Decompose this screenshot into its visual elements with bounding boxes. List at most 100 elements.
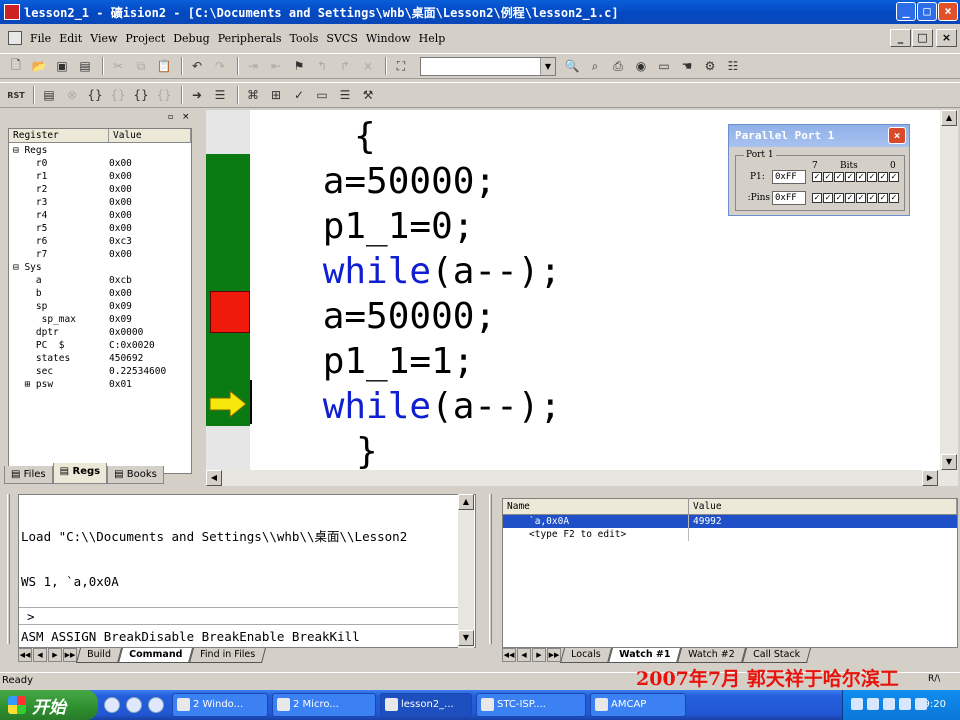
register-value[interactable] [109,261,191,274]
run-icon[interactable]: ▤ [39,85,59,105]
command-input[interactable]: > [19,607,459,625]
output-tab-nav-button[interactable]: ▶ [48,648,62,662]
tab-call-stack[interactable]: Call Stack [741,648,811,663]
register-value[interactable]: 0x00 [109,196,191,209]
indent-icon[interactable]: ⇥ [243,56,263,76]
code-line[interactable]: p1_1=0; [256,204,475,249]
scroll-left-button[interactable]: ◀ [206,470,222,486]
tab-files[interactable]: ▤ Files [4,466,53,484]
save-icon[interactable]: ▣ [52,56,72,76]
parallel-port-window[interactable]: Parallel Port 1 × Port 1 7 Bits 0 P1: 0x… [728,124,910,216]
menu-window[interactable]: Window [362,32,415,45]
taskbar-button[interactable]: lesson2_... [380,693,472,717]
maximize-button[interactable]: □ [917,2,937,21]
watch-value[interactable] [689,528,957,541]
code-line[interactable]: p1_1=1; [256,339,475,384]
register-value[interactable]: 0x00 [109,170,191,183]
menu-svcs[interactable]: SVCS [322,32,361,45]
p1-bit-checkbox[interactable]: ✓ [812,172,822,182]
memory-window-icon[interactable]: ☰ [335,85,355,105]
code-coverage-icon[interactable]: ⊞ [266,85,286,105]
cmd-scroll-down-button[interactable]: ▼ [458,630,474,646]
watch-value-header[interactable]: Value [689,499,957,514]
watch-window-icon[interactable]: ⌘ [243,85,263,105]
menu-debug[interactable]: Debug [169,32,214,45]
output-tab-nav-button[interactable]: ▶▶ [63,648,77,662]
register-value[interactable]: 0x00 [109,157,191,170]
register-value[interactable]: 450692 [109,352,191,365]
menu-file[interactable]: File [26,32,55,45]
watch-expression[interactable]: `a,0x0A [503,515,689,528]
p1-bit-checkbox[interactable]: ✓ [856,172,866,182]
quick-launch-icon[interactable] [148,697,164,713]
output-tab-nav-button[interactable]: ◀ [33,648,47,662]
code-line[interactable]: } [356,429,378,470]
watch-name-header[interactable]: Name [503,499,689,514]
menu-project[interactable]: Project [121,32,169,45]
undo-icon[interactable]: ↶ [187,56,207,76]
reset-icon[interactable]: RST [6,85,26,105]
register-value[interactable]: 0x01 [109,378,191,391]
hand-icon[interactable]: ☚ [677,56,697,76]
command-window[interactable]: Load "C:\\Documents and Settings\\whb\\桌… [18,494,476,648]
register-row[interactable]: r3 0x00 [9,196,191,209]
menu-peripherals[interactable]: Peripherals [214,32,286,45]
quick-launch-icon[interactable] [104,697,120,713]
tab-watch-2[interactable]: Watch #2 [676,648,746,663]
cmd-scroll-up-button[interactable]: ▲ [458,494,474,510]
p1-bit-checkbox[interactable]: ✓ [834,172,844,182]
print-icon[interactable]: ⎙ [608,56,628,76]
menu-edit[interactable]: Edit [55,32,86,45]
code-line[interactable]: while(a--); [256,384,561,429]
value-header[interactable]: Value [109,129,191,142]
watch-tab-nav-button[interactable]: ◀ [517,648,531,662]
tray-icon[interactable] [867,698,879,710]
register-row[interactable]: a 0xcb [9,274,191,287]
editor-horizontal-scrollbar[interactable]: ◀ ▶ [206,470,940,486]
p1-bit-checkbox[interactable]: ✓ [823,172,833,182]
command-vertical-scrollbar[interactable]: ▲ ▼ [458,494,474,648]
prev-bookmark-icon[interactable]: ↰ [312,56,332,76]
unindent-icon[interactable]: ⇤ [266,56,286,76]
pins-value-field[interactable]: 0xFF [772,191,806,205]
tray-icon[interactable] [915,698,927,710]
step-over-icon[interactable]: {} [108,85,128,105]
register-value[interactable]: 0x0000 [109,326,191,339]
window-icon[interactable]: ▭ [654,56,674,76]
watch-tab-nav-button[interactable]: ▶ [532,648,546,662]
close-button[interactable]: × [938,2,958,21]
tab-build[interactable]: Build [75,648,122,663]
taskbar-button[interactable]: 2 Windo... [172,693,268,717]
register-row[interactable]: sec 0.22534600 [9,365,191,378]
menu-help[interactable]: Help [415,32,450,45]
register-row[interactable]: sp_max 0x09 [9,313,191,326]
register-value[interactable]: 0x09 [109,313,191,326]
find-combo-dropdown-icon[interactable]: ▼ [540,57,555,75]
cut-icon[interactable]: ✂ [108,56,128,76]
tray-icon[interactable] [851,698,863,710]
watch-value[interactable]: 49992 [689,515,957,528]
register-row[interactable]: r4 0x00 [9,209,191,222]
p1-bit-checkbox[interactable]: ✓ [889,172,899,182]
redo-icon[interactable]: ↷ [210,56,230,76]
performance-icon[interactable]: ✓ [289,85,309,105]
taskbar-button[interactable]: AMCAP [590,693,686,717]
step-into-icon[interactable]: {} [85,85,105,105]
tab-locals[interactable]: Locals [559,648,612,663]
watch-row[interactable]: <type F2 to edit> [503,528,957,541]
register-value[interactable]: 0.22534600 [109,365,191,378]
pins-bit-checkbox[interactable]: ✓ [823,193,833,203]
mdi-restore-button[interactable]: □ [912,29,933,47]
register-row[interactable]: ⊟ Regs [9,144,191,157]
project-window-icon[interactable]: ☷ [723,56,743,76]
panel-pin-icon[interactable]: ▫ [168,112,178,122]
register-row[interactable]: ⊞ psw 0x01 [9,378,191,391]
panel-close-icon[interactable]: × [182,112,192,122]
code-line[interactable]: a=50000; [256,159,496,204]
register-value[interactable] [109,144,191,157]
tab-find-in-files[interactable]: Find in Files [189,648,267,663]
pins-bit-checkbox[interactable]: ✓ [845,193,855,203]
minimize-button[interactable]: _ [896,2,916,21]
tray-icon[interactable] [899,698,911,710]
find-in-files-icon[interactable]: ⛶ [391,56,411,76]
